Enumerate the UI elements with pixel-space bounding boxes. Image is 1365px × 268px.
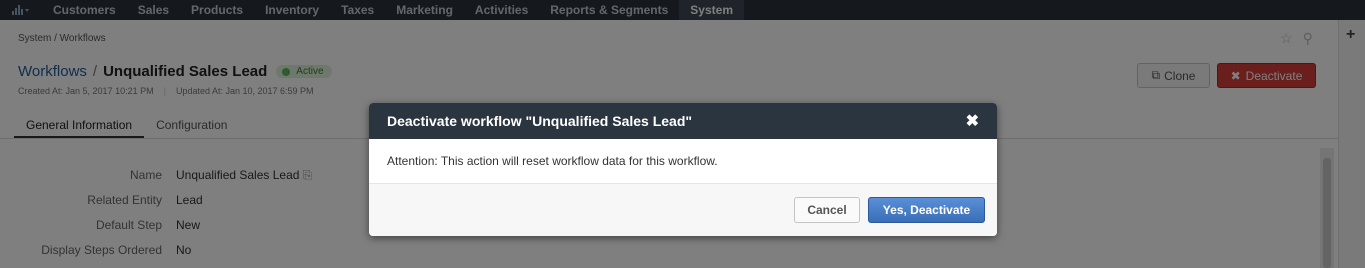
cancel-button[interactable]: Cancel xyxy=(794,197,860,223)
close-icon[interactable]: ✖ xyxy=(966,111,979,131)
dialog-footer: Cancel Yes, Deactivate xyxy=(369,184,997,236)
deactivate-dialog: Deactivate workflow "Unqualified Sales L… xyxy=(369,103,997,236)
dialog-body: Attention: This action will reset workfl… xyxy=(369,139,997,184)
dialog-header: Deactivate workflow "Unqualified Sales L… xyxy=(369,103,997,139)
confirm-deactivate-button[interactable]: Yes, Deactivate xyxy=(868,197,985,223)
dialog-title: Deactivate workflow "Unqualified Sales L… xyxy=(387,113,693,129)
dialog-message: Attention: This action will reset workfl… xyxy=(387,154,718,168)
